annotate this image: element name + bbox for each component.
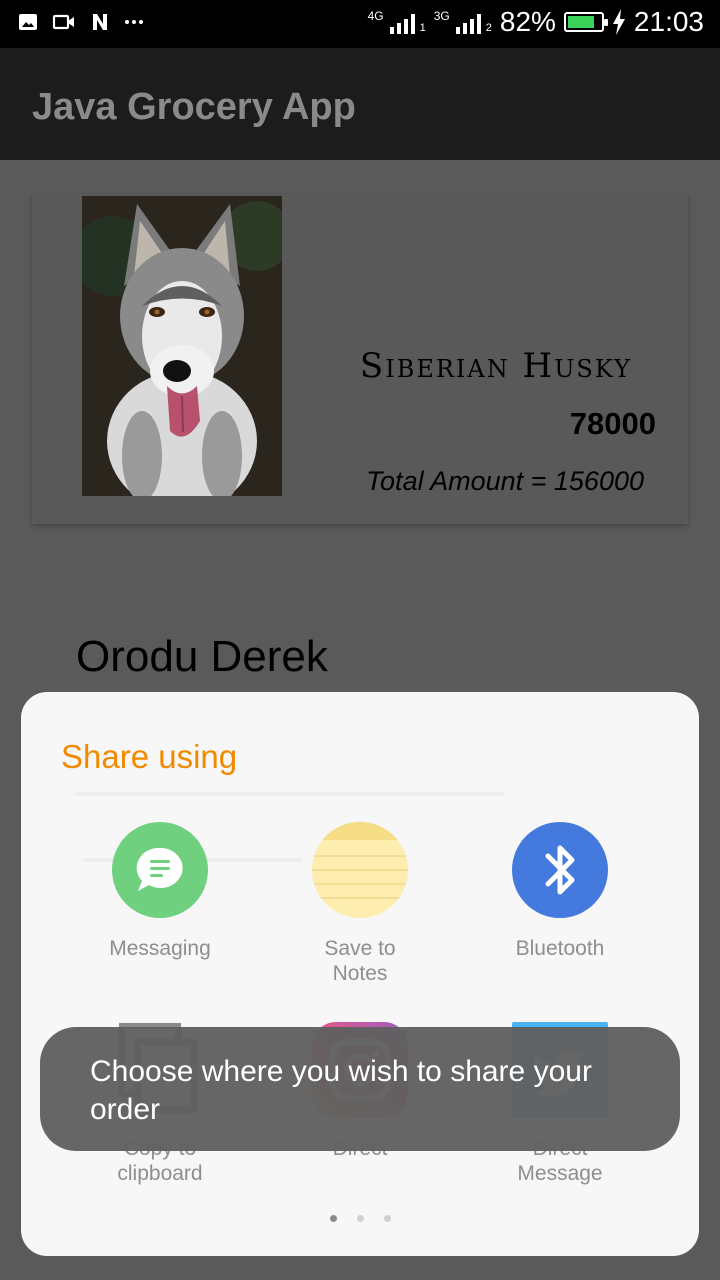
sim1-signal-icon: 4G 1 <box>368 10 426 34</box>
total-amount: Total Amount = 156000 <box>366 466 644 496</box>
messaging-icon <box>112 822 208 918</box>
sim2-network-label: 3G <box>433 9 450 23</box>
order-card: Siberian Husky 78000 Total Amount = 1560… <box>32 194 688 524</box>
app-bar: Java Grocery App <box>0 48 720 160</box>
share-option-messaging[interactable]: Messaging <box>60 822 260 961</box>
product-name: Siberian Husky <box>359 346 632 386</box>
page-dot[interactable] <box>329 1215 337 1222</box>
gallery-icon <box>19 14 37 30</box>
bluetooth-icon <box>512 822 608 918</box>
share-option-label: Messaging <box>109 937 211 960</box>
notes-icon <box>312 822 408 918</box>
video-icon <box>52 14 74 30</box>
sim2-signal-icon: 3G 2 <box>434 10 492 34</box>
share-option-notes[interactable]: Save to Notes <box>260 822 460 986</box>
more-dots-icon <box>125 20 143 24</box>
status-bar: 4G 1 3G 2 82% 21:03 <box>0 0 720 48</box>
ghost-line <box>75 792 505 796</box>
system-indicators: 4G 1 3G 2 82% 21:03 <box>368 6 704 38</box>
sim2-slot-label: 2 <box>485 22 492 34</box>
app-title: Java Grocery App <box>32 86 356 128</box>
product-image <box>82 196 282 496</box>
page-dot[interactable] <box>383 1215 391 1222</box>
clock: 21:03 <box>633 6 704 37</box>
page-dot[interactable] <box>356 1215 364 1222</box>
sim1-network-label: 4G <box>367 9 384 23</box>
battery-percent: 82% <box>499 6 556 37</box>
battery-icon <box>563 12 608 32</box>
share-option-bluetooth[interactable]: Bluetooth <box>460 822 660 961</box>
share-sheet: Share using Messaging Save to Notes Blue… <box>21 692 699 1256</box>
n-icon <box>93 14 107 30</box>
toast-message: Choose where you wish to share your orde… <box>40 1027 680 1151</box>
share-sheet-title: Share using <box>61 738 238 775</box>
customer-name: Orodu Derek <box>76 632 328 681</box>
page-indicator <box>21 1215 699 1222</box>
notification-icons <box>18 12 144 32</box>
share-option-label: Save to Notes <box>324 937 396 985</box>
share-option-label: Bluetooth <box>515 937 605 960</box>
product-price: 78000 <box>569 406 656 441</box>
sim1-slot-label: 1 <box>419 22 426 34</box>
charging-icon <box>612 9 625 35</box>
